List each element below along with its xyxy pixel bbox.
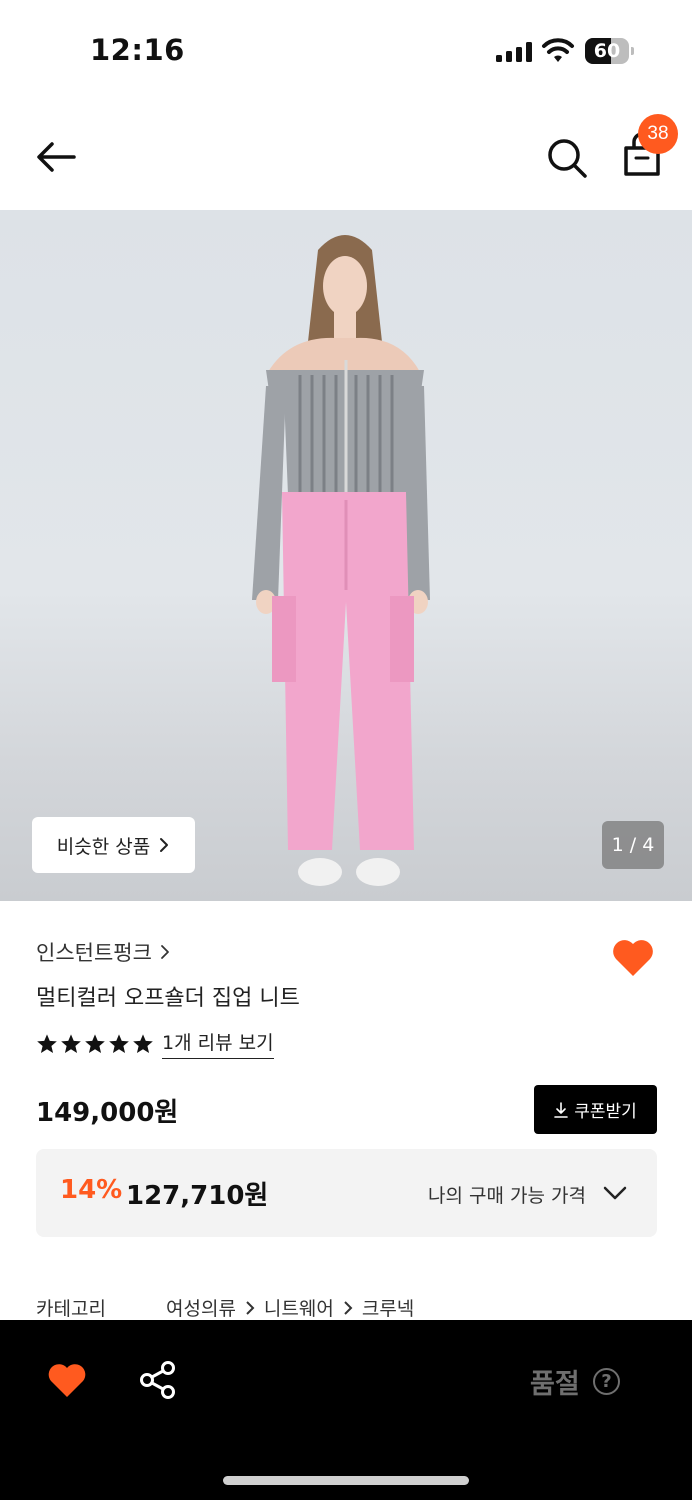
chevron-right-icon [160, 838, 169, 852]
similar-products-label: 비슷한 상품 [56, 835, 151, 858]
brand-name: 인스턴트펑크 [36, 941, 152, 965]
category-item[interactable]: 니트웨어 [264, 1294, 334, 1321]
discount-price: 127,710원 [126, 1181, 269, 1211]
product-image-carousel[interactable]: 비슷한 상품 1 / 4 [0, 210, 692, 901]
heart-icon[interactable] [610, 935, 656, 979]
star-icon [85, 1033, 105, 1053]
cellular-signal-icon [496, 42, 532, 62]
star-icon [133, 1033, 153, 1053]
battery-level: 60 [593, 40, 621, 62]
discount-rate: 14% [60, 1175, 123, 1205]
category-item[interactable]: 여성의류 [166, 1294, 236, 1321]
search-icon[interactable] [544, 135, 590, 181]
my-price-panel[interactable]: 14% 127,710원 나의 구매 가능 가격 [36, 1149, 657, 1237]
star-icon [37, 1033, 57, 1053]
chevron-down-icon [603, 1186, 627, 1200]
star-rating [36, 1033, 154, 1055]
share-icon[interactable] [138, 1360, 178, 1400]
star-icon [109, 1033, 129, 1053]
bottom-action-bar: 품절 ? [0, 1320, 692, 1500]
back-arrow-icon[interactable] [32, 135, 80, 179]
chevron-right-icon [344, 1300, 353, 1315]
home-indicator [223, 1476, 469, 1485]
star-icon [61, 1033, 81, 1053]
cart-count-badge: 38 [638, 114, 678, 154]
rating-row: 1개 리뷰 보기 [36, 1028, 274, 1059]
brand-link[interactable]: 인스턴트펑크 [36, 937, 170, 967]
top-nav [0, 100, 692, 210]
product-photo [252, 235, 430, 886]
coupon-download-button[interactable]: 쿠폰받기 [534, 1085, 657, 1134]
review-link[interactable]: 1개 리뷰 보기 [162, 1028, 274, 1059]
image-page-indicator: 1 / 4 [602, 821, 664, 869]
original-price: 149,000원 [36, 1098, 179, 1128]
my-price-label: 나의 구매 가능 가격 [428, 1185, 586, 1207]
coupon-label: 쿠폰받기 [574, 1102, 637, 1122]
chevron-right-icon [161, 945, 169, 959]
help-icon[interactable]: ? [593, 1368, 620, 1395]
wifi-icon [542, 38, 574, 62]
similar-products-button[interactable]: 비슷한 상품 [32, 817, 195, 873]
status-bar: 12:16 60 [0, 0, 692, 100]
download-icon [554, 1101, 569, 1118]
heart-icon[interactable] [46, 1360, 88, 1400]
category-breadcrumb: 여성의류 니트웨어 크루넥 [166, 1294, 414, 1321]
battery-icon: 60 [585, 38, 635, 64]
status-time: 12:16 [90, 33, 185, 67]
category-label: 카테고리 [36, 1298, 106, 1320]
chevron-right-icon [246, 1300, 255, 1315]
category-item[interactable]: 크루넥 [362, 1294, 414, 1321]
product-name: 멀티컬러 오프숄더 집업 니트 [36, 986, 300, 1011]
sold-out-label: 품절 [530, 1369, 580, 1400]
